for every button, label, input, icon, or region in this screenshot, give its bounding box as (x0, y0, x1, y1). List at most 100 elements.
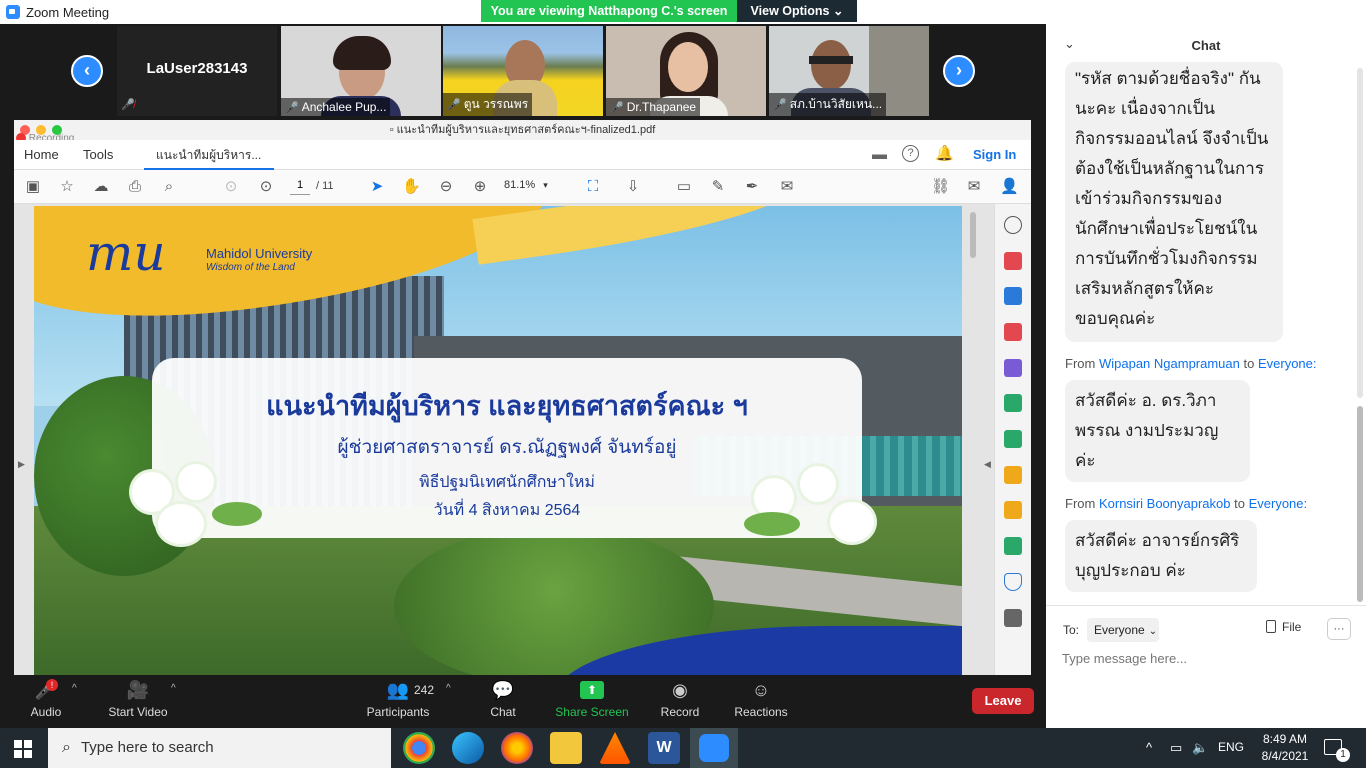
highlight-pen-icon[interactable]: ✎ (709, 178, 727, 196)
stamp-icon[interactable]: ✉ (778, 178, 796, 196)
taskbar-search-box[interactable]: ⌕ Type here to search (48, 728, 391, 768)
video-options-chevron-icon[interactable]: ^ (171, 683, 176, 694)
leave-button[interactable]: Leave (972, 688, 1034, 714)
participant-tile[interactable]: 🎤 Dr.Thapanee (606, 26, 766, 116)
page-number-input[interactable]: 1 (290, 179, 310, 195)
page-total: / 11 (316, 180, 334, 192)
file-button[interactable]: File (1266, 620, 1301, 634)
chrome-icon[interactable] (403, 732, 435, 764)
acrobat-toolbar: ▣ ☆ ☁ ⎙ ⌕ ⊙ ⊙ 1 / 11 ➤ ✋ ⊖ ⊕ 81.1% ▾ ⛶ ⇩ … (14, 170, 1031, 204)
zoom-out-search-icon[interactable]: ⌕ (160, 178, 178, 196)
email-icon[interactable]: ✉ (965, 178, 983, 196)
participant-tile[interactable]: 🎤 Anchalee Pup... (281, 26, 441, 116)
protect-shield-icon[interactable] (1004, 573, 1022, 591)
participants-options-chevron-icon[interactable]: ^ (446, 683, 451, 694)
zoom-out-icon[interactable]: ⊖ (437, 178, 455, 196)
show-hidden-icons-chevron-icon[interactable]: ^ (1146, 740, 1152, 755)
battery-icon[interactable]: ▭ (1170, 740, 1182, 756)
zoom-taskbar-app[interactable] (690, 728, 738, 768)
previous-page-button[interactable]: ‹ (71, 55, 103, 87)
word-icon[interactable]: W (648, 732, 680, 764)
participant-tile[interactable]: 🎤 ตูน วรรณพร (443, 26, 603, 116)
previous-page-icon[interactable]: ⊙ (222, 178, 240, 196)
chat-scrollbar-thumb[interactable] (1357, 406, 1363, 602)
chat-message-input[interactable] (1062, 648, 1352, 668)
view-options-button[interactable]: View Options ⌄ (737, 0, 857, 22)
record-button[interactable]: ◉ Record (657, 675, 703, 727)
export-icon[interactable] (1004, 394, 1022, 412)
file-explorer-icon[interactable] (550, 732, 582, 764)
file-label: File (1282, 620, 1302, 634)
document-scrollbar-thumb[interactable] (970, 212, 976, 258)
add-user-icon[interactable]: 👤 (1000, 178, 1019, 196)
participant-name: 🎤 ตูน วรรณพร (443, 93, 533, 116)
participants-label: Participants (366, 705, 430, 719)
chat-message-bubble: สวัสดีค่ะ อาจารย์กรศิริ บุญประกอบ ค่ะ (1065, 520, 1257, 592)
upload-cloud-icon[interactable]: ☁ (92, 178, 110, 196)
chat-label: Chat (490, 705, 516, 719)
organize-pages-icon[interactable] (1004, 323, 1022, 341)
system-date[interactable]: 8/4/2021 (1256, 749, 1314, 763)
recipient-name[interactable]: Everyone: (1258, 356, 1317, 371)
audio-options-chevron-icon[interactable]: ^ (72, 683, 77, 694)
search-icon[interactable] (1004, 216, 1022, 234)
share-link-icon[interactable]: ⛓ (931, 178, 950, 196)
more-options-button[interactable]: ··· (1327, 618, 1351, 640)
start-video-button[interactable]: 🎥 Start Video (106, 675, 170, 727)
input-language[interactable]: ENG (1218, 740, 1244, 754)
zoom-in-icon[interactable]: ⊕ (471, 178, 489, 196)
scroll-mode-icon[interactable]: ⇩ (624, 178, 642, 196)
scan-icon[interactable] (1004, 537, 1022, 555)
hand-tool-icon[interactable]: ✋ (402, 178, 421, 196)
audio-warning-badge: ! (46, 679, 58, 691)
firefox-icon[interactable] (501, 732, 533, 764)
search-icon: ⌕ (62, 739, 71, 756)
comment-tool-icon[interactable] (1004, 501, 1022, 519)
right-panel-toggle-icon[interactable]: ◀ (984, 459, 991, 470)
self-video-tile[interactable]: LaUser283143 🎤̸ (117, 26, 277, 116)
tab-document[interactable]: แนะนำทีมผู้บริหาร... × (144, 140, 274, 192)
notification-bell-icon[interactable]: 🔔 (935, 144, 954, 162)
volume-icon[interactable]: 🔈 (1192, 740, 1208, 756)
system-time[interactable]: 8:49 AM (1256, 732, 1314, 746)
left-panel-toggle-icon[interactable]: ▶ (18, 459, 25, 470)
chat-button[interactable]: 💬 Chat (480, 675, 526, 727)
file-icon (1266, 620, 1276, 633)
sign-pen-icon[interactable]: ✒ (743, 178, 761, 196)
zoom-level-select[interactable]: 81.1% ▾ (504, 179, 560, 195)
save-icon[interactable]: ▣ (24, 178, 42, 196)
participant-tile[interactable]: 🎤 สภ.บ้านวิสัยเหน... (769, 26, 929, 116)
recipient-name[interactable]: Everyone: (1249, 496, 1308, 511)
view-options-label: View Options (750, 4, 830, 18)
windows-start-icon[interactable] (14, 740, 32, 758)
create-pdf-icon[interactable] (1004, 287, 1022, 305)
help-icon[interactable]: ? (902, 145, 919, 162)
fill-sign-icon[interactable] (1004, 466, 1022, 484)
sender-name[interactable]: Wipapan Ngampramuan (1099, 356, 1240, 371)
bookmark-star-icon[interactable]: ☆ (58, 178, 76, 196)
tab-tools[interactable]: Tools (83, 140, 113, 170)
record-icon: ◉ (672, 679, 688, 700)
edge-icon[interactable] (452, 732, 484, 764)
more-tools-wrench-icon[interactable] (1004, 609, 1022, 627)
sender-name[interactable]: Kornsiri Boonyaprakob (1099, 496, 1231, 511)
print-icon[interactable]: ⎙ (126, 178, 144, 196)
vlc-icon[interactable] (599, 732, 631, 764)
share-screen-button[interactable]: ⬆ Share Screen (554, 675, 630, 727)
tab-home[interactable]: Home (24, 140, 59, 170)
compress-icon[interactable] (1004, 430, 1022, 448)
chat-title: Chat (1191, 38, 1221, 53)
chevron-down-icon: ▾ (543, 180, 548, 190)
select-cursor-icon[interactable]: ➤ (368, 178, 386, 196)
chat-scrollbar-track[interactable] (1357, 68, 1363, 398)
comment-icon[interactable]: ▬ (872, 146, 887, 163)
export-pdf-icon[interactable] (1004, 252, 1022, 270)
edit-pdf-icon[interactable] (1004, 359, 1022, 377)
next-page-icon[interactable]: ⊙ (257, 178, 275, 196)
add-comment-icon[interactable]: ▭ (675, 178, 693, 196)
recipient-select[interactable]: Everyone ⌄ (1087, 618, 1159, 642)
page-fit-icon[interactable]: ⛶ (584, 178, 602, 196)
reactions-button[interactable]: ☺ Reactions (732, 675, 790, 727)
sign-in-button[interactable]: Sign In (973, 147, 1016, 162)
next-page-button[interactable]: › (943, 55, 975, 87)
